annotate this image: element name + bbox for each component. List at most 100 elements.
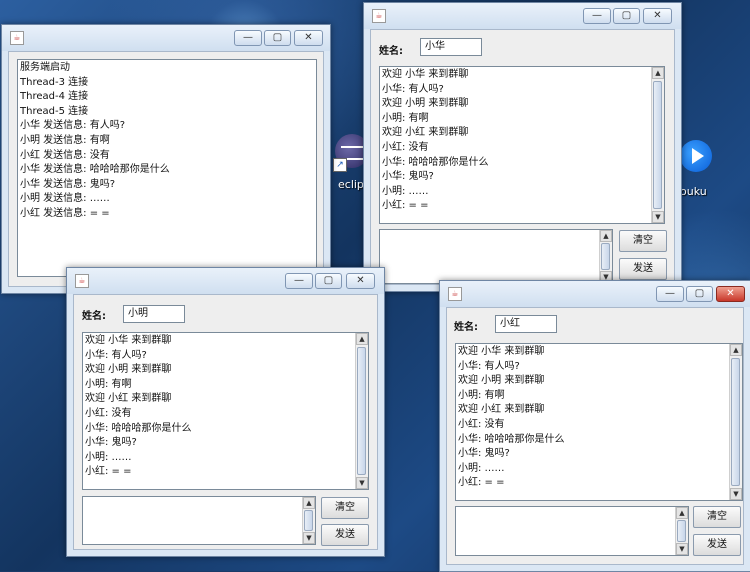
message-input[interactable]: ▲ ▼: [379, 229, 613, 284]
scroll-thumb[interactable]: [677, 520, 686, 542]
chat-client-area: 姓名: 小华 欢迎 小华 来到群聊 小华: 有人吗? 欢迎 小明 来到群聊 小明: 有…: [370, 29, 675, 285]
send-button[interactable]: 发送: [321, 524, 369, 546]
name-label: 姓名:: [379, 46, 403, 57]
maximize-button[interactable]: ▢: [264, 30, 291, 46]
youku-shortcut-label[interactable]: ouku: [680, 185, 707, 198]
log-line: 小红 发送信息: = =: [20, 207, 110, 219]
scroll-up-arrow-icon[interactable]: ▲: [730, 344, 742, 356]
input-scrollbar[interactable]: ▲ ▼: [599, 230, 612, 283]
scroll-down-arrow-icon[interactable]: ▼: [730, 488, 742, 500]
message-input-text: [458, 508, 674, 523]
scroll-thumb[interactable]: [731, 358, 740, 486]
send-button[interactable]: 发送: [619, 258, 667, 280]
scroll-up-arrow-icon[interactable]: ▲: [600, 230, 612, 242]
minimize-button[interactable]: —: [583, 8, 611, 24]
server-titlebar[interactable]: ☕ — ▢ ✕: [2, 25, 330, 51]
server-window: ☕ — ▢ ✕ 服务端启动 Thread-3 连接 Thread-4 连接 Threa…: [1, 24, 331, 294]
maximize-icon: ▢: [694, 288, 705, 299]
minimize-icon: —: [243, 32, 253, 43]
chat-message: 小华: 哈哈哈那你是什么: [85, 422, 192, 434]
scroll-thumb[interactable]: [601, 243, 610, 270]
chat-message: 小明: 有啊: [382, 112, 429, 124]
input-scrollbar[interactable]: ▲ ▼: [675, 507, 688, 555]
scroll-down-arrow-icon[interactable]: ▼: [356, 477, 368, 489]
log-line: 服务端启动: [20, 62, 70, 73]
scroll-thumb[interactable]: [653, 81, 662, 209]
scroll-up-arrow-icon[interactable]: ▲: [676, 507, 688, 519]
close-button[interactable]: ✕: [346, 273, 375, 289]
close-icon: ✕: [726, 288, 735, 299]
name-field[interactable]: 小华: [420, 38, 482, 56]
youku-icon[interactable]: [680, 140, 712, 172]
chat-titlebar[interactable]: ☕ — ▢ ✕: [364, 3, 681, 29]
send-button[interactable]: 发送: [693, 534, 741, 556]
maximize-button[interactable]: ▢: [315, 273, 342, 289]
chat-message: 小华: 哈哈哈那你是什么: [458, 433, 565, 445]
java-app-icon: ☕: [372, 9, 386, 23]
clear-button[interactable]: 清空: [619, 230, 667, 252]
scroll-down-arrow-icon[interactable]: ▼: [676, 543, 688, 555]
chat-message: 小华: 有人吗?: [85, 349, 147, 361]
history-scrollbar[interactable]: ▲ ▼: [729, 344, 742, 500]
minimize-button[interactable]: —: [285, 273, 313, 289]
clear-button[interactable]: 清空: [693, 506, 741, 528]
scroll-down-arrow-icon[interactable]: ▼: [303, 532, 315, 544]
close-button[interactable]: ✕: [716, 286, 745, 302]
chat-client-area: 姓名: 小明 欢迎 小华 来到群聊 小华: 有人吗? 欢迎 小明 来到群聊 小明: 有…: [73, 294, 378, 550]
minimize-icon: —: [665, 288, 675, 299]
chat-titlebar[interactable]: ☕ — ▢ ✕: [440, 281, 750, 307]
message-input-text: [382, 231, 598, 246]
chat-message: 小华: 鬼吗?: [85, 437, 137, 449]
chat-message: 欢迎 小华 来到群聊: [382, 69, 469, 80]
message-input[interactable]: ▲ ▼: [455, 506, 689, 556]
chat-message: 欢迎 小明 来到群聊: [458, 375, 545, 387]
chat-message: 小华: 有人吗?: [382, 83, 444, 95]
scroll-up-arrow-icon[interactable]: ▲: [303, 497, 315, 509]
name-field[interactable]: 小明: [123, 305, 185, 323]
minimize-button[interactable]: —: [656, 286, 684, 302]
chat-window-xiaohua: ☕ — ▢ ✕ 姓名: 小华 欢迎 小华 来到群聊 小华: 有人吗? 欢迎 小明 来…: [363, 2, 682, 292]
chat-message: 欢迎 小红 来到群聊: [458, 404, 545, 416]
minimize-button[interactable]: —: [234, 30, 262, 46]
server-log-textarea[interactable]: 服务端启动 Thread-3 连接 Thread-4 连接 Thread-5 连接 小华…: [17, 59, 317, 277]
history-scrollbar[interactable]: ▲ ▼: [355, 333, 368, 489]
history-scrollbar[interactable]: ▲ ▼: [651, 67, 664, 223]
chat-message: 小华: 哈哈哈那你是什么: [382, 156, 489, 168]
clear-button[interactable]: 清空: [321, 497, 369, 519]
server-client-area: 服务端启动 Thread-3 连接 Thread-4 连接 Thread-5 连接 小华…: [8, 51, 324, 287]
eclipse-shortcut-label[interactable]: eclip: [338, 178, 364, 191]
chat-message: 小红: = =: [85, 466, 132, 478]
log-line: 小华 发送信息: 鬼吗?: [20, 178, 116, 190]
chat-message: 小红: = =: [458, 477, 505, 489]
log-line: 小华 发送信息: 有人吗?: [20, 120, 126, 132]
scroll-up-arrow-icon[interactable]: ▲: [652, 67, 664, 79]
message-input[interactable]: ▲ ▼: [82, 496, 316, 545]
scroll-up-arrow-icon[interactable]: ▲: [356, 333, 368, 345]
chat-message: 小红: 没有: [85, 407, 132, 419]
chat-message: 小红: 没有: [382, 141, 429, 153]
scroll-down-arrow-icon[interactable]: ▼: [652, 211, 664, 223]
close-button[interactable]: ✕: [643, 8, 672, 24]
scroll-thumb[interactable]: [304, 510, 313, 531]
maximize-button[interactable]: ▢: [613, 8, 640, 24]
scroll-thumb[interactable]: [357, 347, 366, 475]
chat-history-textarea[interactable]: 欢迎 小华 来到群聊 小华: 有人吗? 欢迎 小明 来到群聊 小明: 有啊 欢迎 小红 …: [379, 66, 665, 224]
chat-message: 欢迎 小华 来到群聊: [458, 346, 545, 357]
chat-history-textarea[interactable]: 欢迎 小华 来到群聊 小华: 有人吗? 欢迎 小明 来到群聊 小明: 有啊 欢迎 小红 …: [82, 332, 369, 490]
log-line: 小明 发送信息: ……: [20, 193, 110, 205]
chat-message: 欢迎 小明 来到群聊: [85, 364, 172, 376]
log-line: 小华 发送信息: 哈哈哈那你是什么: [20, 164, 170, 176]
chat-window-xiaoming: ☕ — ▢ ✕ 姓名: 小明 欢迎 小华 来到群聊 小华: 有人吗? 欢迎 小明 来…: [66, 267, 385, 557]
close-button[interactable]: ✕: [294, 30, 323, 46]
maximize-button[interactable]: ▢: [686, 286, 713, 302]
name-field[interactable]: 小红: [495, 315, 557, 333]
chat-history-textarea[interactable]: 欢迎 小华 来到群聊 小华: 有人吗? 欢迎 小明 来到群聊 小明: 有啊 欢迎 小红 …: [455, 343, 743, 501]
chat-titlebar[interactable]: ☕ — ▢ ✕: [67, 268, 384, 294]
chat-message: 欢迎 小华 来到群聊: [85, 335, 172, 346]
chat-message: 小明: ……: [458, 462, 505, 474]
minimize-icon: —: [592, 10, 602, 21]
java-app-icon: ☕: [10, 31, 24, 45]
java-app-icon: ☕: [75, 274, 89, 288]
input-scrollbar[interactable]: ▲ ▼: [302, 497, 315, 544]
close-icon: ✕: [304, 32, 313, 43]
